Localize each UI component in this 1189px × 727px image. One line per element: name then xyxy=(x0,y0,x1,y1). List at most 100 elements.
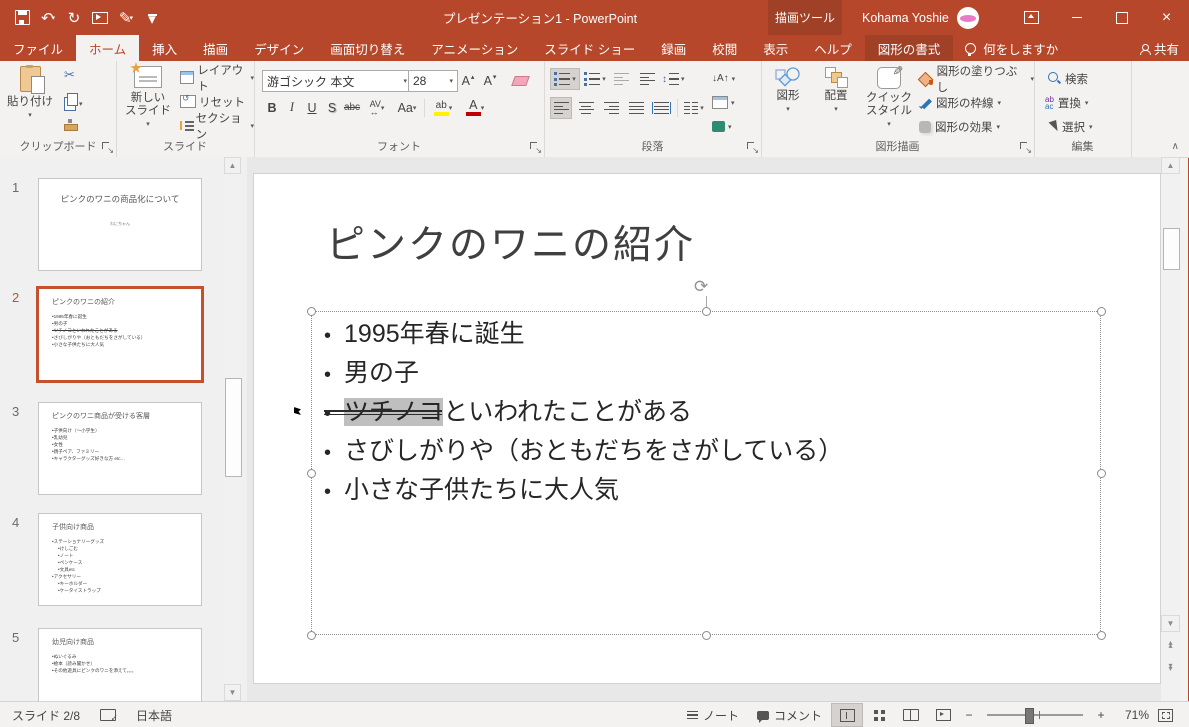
notes-button[interactable]: ノート xyxy=(678,703,748,727)
tell-me-box[interactable]: 何をしますか xyxy=(953,35,1070,61)
minimize-button[interactable] xyxy=(1054,0,1099,35)
bullet-line[interactable]: 1995年春に誕生 xyxy=(324,316,1112,355)
columns-button[interactable]: ▾ xyxy=(683,97,705,119)
slideshow-view-button[interactable] xyxy=(927,703,959,727)
thumbnail-scroll-down-icon[interactable]: ▼ xyxy=(224,684,241,701)
collapse-ribbon-button[interactable]: ∧ xyxy=(1172,141,1179,152)
main-scroll-up-icon[interactable]: ▲ xyxy=(1161,157,1180,174)
quick-styles-button[interactable]: クイック スタイル ▾ xyxy=(863,67,915,131)
align-text-button[interactable]: ▾ xyxy=(712,92,735,113)
main-scrollbar-thumb[interactable] xyxy=(1163,228,1180,270)
tab-animations[interactable]: アニメーション xyxy=(418,35,531,61)
new-slide-button[interactable]: 新しい スライド ▾ xyxy=(122,62,174,131)
increase-indent-button[interactable] xyxy=(636,68,658,90)
align-left-button[interactable] xyxy=(550,97,572,119)
font-name-combobox[interactable]: 游ゴシック 本文 ▾ xyxy=(262,70,412,92)
change-case-button[interactable]: Aa ▾ xyxy=(392,97,422,118)
convert-smartart-button[interactable]: ▾ xyxy=(712,116,732,137)
slide-thumbnail-1[interactable]: ピンクのワニの商品化について わにちゃん xyxy=(38,178,202,271)
account-area[interactable]: Kohama Yoshie xyxy=(862,0,979,35)
selection-handle-middle-right[interactable] xyxy=(1097,469,1106,478)
start-slideshow-button[interactable] xyxy=(88,4,112,32)
zoom-in-button[interactable]: + xyxy=(1091,703,1111,727)
normal-view-button[interactable] xyxy=(831,703,863,727)
layout-button[interactable]: レイアウト ▾ xyxy=(180,65,254,93)
slide-thumbnail-3[interactable]: ピンクのワニ商品が受ける客層 子供向け（〜小学生） 乳幼児 女性 親子ペア、ファ… xyxy=(38,402,202,495)
tab-design[interactable]: デザイン xyxy=(241,35,317,61)
bullet-line-with-strikethrough[interactable]: ツチノコといわれたことがある xyxy=(294,394,1112,433)
next-slide-button[interactable]: ▾ ▾ xyxy=(1161,662,1180,673)
undo-button[interactable]: ↶ ▾ xyxy=(36,4,60,32)
reading-view-button[interactable] xyxy=(895,703,927,727)
text-direction-button[interactable]: ↓A↑ ▾ xyxy=(712,68,735,89)
tab-view[interactable]: 表示 xyxy=(750,35,801,61)
bullet-line[interactable]: 小さな子供たちに大人気 xyxy=(324,472,1112,511)
selection-handle-middle-left[interactable] xyxy=(307,469,316,478)
zoom-out-button[interactable]: − xyxy=(959,703,979,727)
clipboard-dialog-launcher[interactable] xyxy=(102,142,114,155)
strikethrough-button[interactable]: abc xyxy=(342,97,362,118)
redo-button[interactable]: ↻ xyxy=(62,4,86,32)
comments-button[interactable]: コメント xyxy=(748,703,831,727)
section-button[interactable]: セクション ▾ xyxy=(180,113,254,141)
tab-help[interactable]: ヘルプ xyxy=(801,35,865,61)
slide-thumbnail-5[interactable]: 幼児向け商品 ぬいぐるみ 絵本（読み聞かせ） その他遊具にピンクのワニを添えて。… xyxy=(38,628,202,701)
decrease-indent-button[interactable] xyxy=(610,68,632,90)
character-spacing-button[interactable]: AV ↔ ▾ xyxy=(362,97,392,118)
decrease-font-size-button[interactable]: A ▾ xyxy=(480,70,500,91)
tab-insert[interactable]: 挿入 xyxy=(139,35,190,61)
fit-slide-to-window-button[interactable] xyxy=(1149,703,1181,727)
zoom-level[interactable]: 71% xyxy=(1111,708,1149,722)
tab-shape-format[interactable]: 図形の書式 xyxy=(864,35,954,61)
line-spacing-button[interactable]: ↕ ▾ xyxy=(662,68,685,90)
previous-slide-button[interactable]: ▴ ▴ xyxy=(1161,639,1180,650)
language-indicator[interactable]: 日本語 xyxy=(136,707,172,724)
numbering-button[interactable]: ▾ xyxy=(584,68,606,90)
bullets-button[interactable]: ▾ xyxy=(550,68,580,90)
close-button[interactable]: × xyxy=(1144,0,1189,35)
justify-button[interactable] xyxy=(625,97,647,119)
main-scroll-down-icon[interactable]: ▼ xyxy=(1161,615,1180,632)
selection-handle-top-center[interactable] xyxy=(702,307,711,316)
thumbnail-scrollbar-thumb[interactable] xyxy=(225,378,242,477)
save-button[interactable] xyxy=(10,4,34,32)
cut-button[interactable]: ✂ xyxy=(64,67,75,83)
slide-title[interactable]: ピンクのワニの紹介 xyxy=(326,214,695,270)
tab-draw[interactable]: 描画 xyxy=(190,35,241,61)
user-avatar[interactable] xyxy=(956,6,979,29)
distribute-button[interactable] xyxy=(650,97,672,119)
drawing-dialog-launcher[interactable] xyxy=(1020,142,1032,155)
bold-button[interactable]: B xyxy=(262,97,282,118)
bullet-line[interactable]: 男の子 xyxy=(324,355,1112,394)
ribbon-display-options-button[interactable] xyxy=(1009,0,1054,35)
slide-canvas[interactable]: ピンクのワニの紹介 ⟳ 1995年春に誕生 男の子 ツチノコといわれたことがある… xyxy=(253,173,1161,684)
paste-button[interactable]: 貼り付け ▾ xyxy=(4,65,56,122)
selection-handle-bottom-right[interactable] xyxy=(1097,631,1106,640)
thumbnail-scrollbar[interactable]: ▲ ▼ xyxy=(224,157,242,701)
slide-sorter-view-button[interactable] xyxy=(863,703,895,727)
thumbnail-scroll-up-icon[interactable]: ▲ xyxy=(224,157,241,174)
align-center-button[interactable] xyxy=(575,97,597,119)
selection-handle-bottom-left[interactable] xyxy=(307,631,316,640)
maximize-button[interactable] xyxy=(1099,0,1144,35)
font-color-button[interactable]: A ▾ xyxy=(459,97,491,118)
tab-slideshow[interactable]: スライド ショー xyxy=(531,35,648,61)
slide-thumbnail-2-selected[interactable]: ピンクのワニの紹介 1995年春に誕生 男の子 ツチノコといわれたことがある さ… xyxy=(36,286,204,383)
shape-fill-button[interactable]: 図形の塗りつぶし ▾ xyxy=(919,66,1034,94)
shapes-button[interactable]: 図形 ▾ xyxy=(767,67,809,116)
font-size-combobox[interactable]: 28 ▾ xyxy=(408,70,458,92)
main-scrollbar[interactable]: ▲ ▼ ▴ ▴ ▾ ▾ xyxy=(1161,157,1180,701)
slide-indicator[interactable]: スライド 2/8 xyxy=(12,707,80,724)
paragraph-dialog-launcher[interactable] xyxy=(747,142,759,155)
share-button[interactable]: 共有 xyxy=(1139,35,1179,61)
ink-button[interactable]: ✎ ▾ xyxy=(114,4,138,32)
copy-button[interactable]: ▾ xyxy=(64,92,83,114)
bullet-line[interactable]: さびしがりや（おともだちをさがしている） xyxy=(324,433,1112,472)
arrange-button[interactable]: 配置 ▾ xyxy=(815,67,857,116)
struck-text[interactable]: ツチノコ xyxy=(344,398,444,426)
font-dialog-launcher[interactable] xyxy=(530,142,542,155)
tab-record[interactable]: 録画 xyxy=(648,35,699,61)
italic-button[interactable]: I xyxy=(282,97,302,118)
selection-handle-top-left[interactable] xyxy=(307,307,316,316)
clear-formatting-button[interactable] xyxy=(510,70,530,91)
